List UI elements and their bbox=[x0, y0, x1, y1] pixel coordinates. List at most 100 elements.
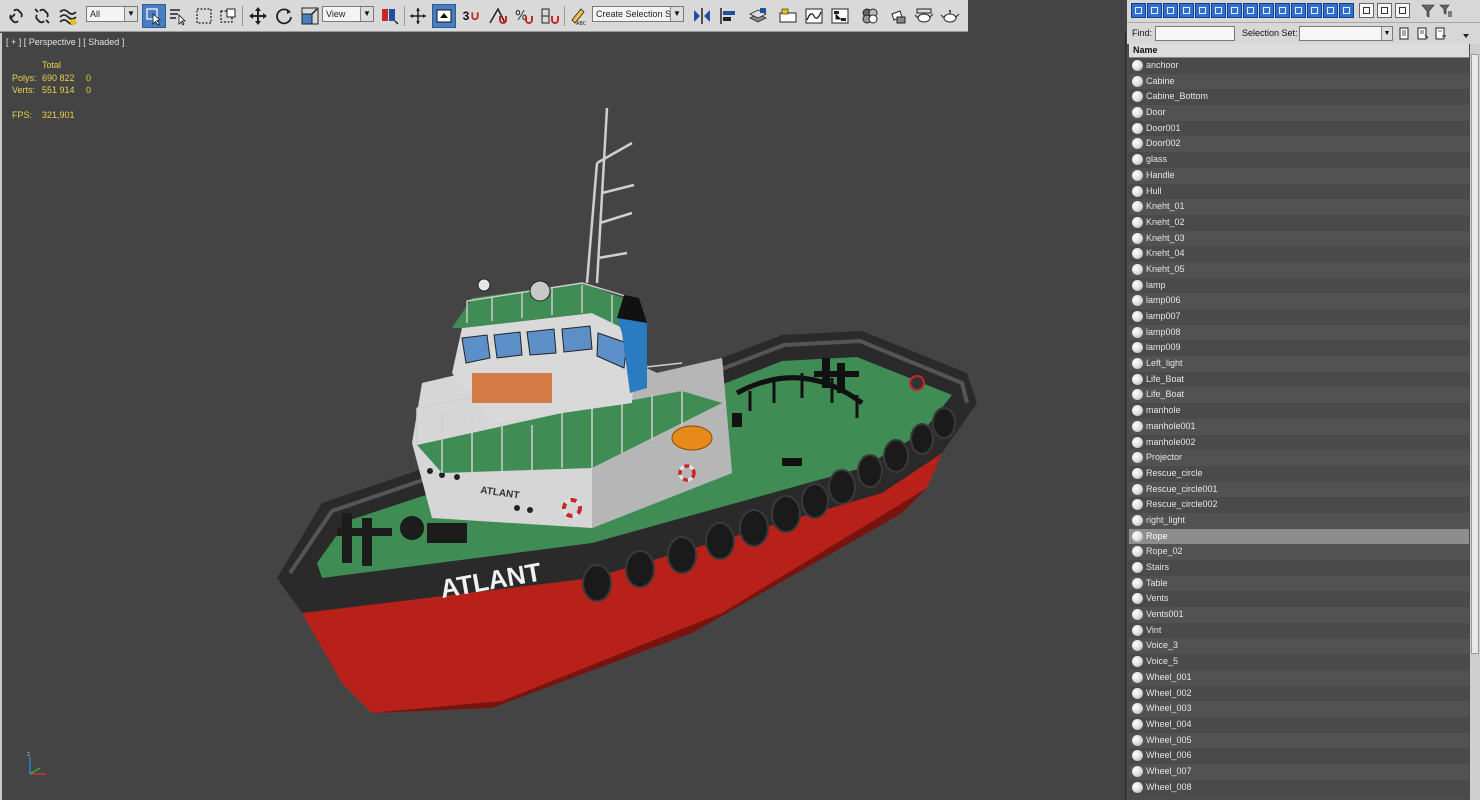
select-invert-button[interactable] bbox=[1395, 3, 1410, 18]
select-object-button[interactable] bbox=[142, 4, 166, 28]
list-item[interactable]: Wheel_001 bbox=[1129, 669, 1469, 686]
display-none-button[interactable] bbox=[1131, 3, 1146, 18]
geometry-sphere-icon[interactable] bbox=[1132, 248, 1143, 260]
list-item[interactable]: Rescue_circle001 bbox=[1129, 481, 1469, 498]
list-item[interactable]: manhole bbox=[1129, 403, 1469, 419]
geometry-sphere-icon[interactable] bbox=[1132, 671, 1143, 683]
list-item[interactable]: Wheel_003 bbox=[1129, 701, 1469, 717]
schematic-view-button[interactable] bbox=[828, 4, 852, 28]
geometry-sphere-icon[interactable] bbox=[1132, 60, 1143, 71]
select-manipulate-button[interactable] bbox=[406, 4, 430, 28]
mirror-button[interactable] bbox=[690, 4, 714, 28]
list-item[interactable]: Kneht_05 bbox=[1129, 261, 1469, 278]
list-item[interactable]: manhole002 bbox=[1129, 434, 1469, 451]
list-item[interactable]: lamp007 bbox=[1129, 309, 1469, 325]
list-item[interactable]: Rescue_circle bbox=[1129, 465, 1469, 482]
list-item[interactable]: Door002 bbox=[1129, 136, 1469, 153]
geometry-sphere-icon[interactable] bbox=[1132, 216, 1143, 228]
list-item[interactable]: lamp009 bbox=[1129, 340, 1469, 357]
geometry-sphere-icon[interactable] bbox=[1132, 609, 1143, 621]
list-item[interactable]: Vint bbox=[1129, 622, 1469, 639]
render-setup-button[interactable] bbox=[886, 4, 910, 28]
list-item[interactable]: Vents001 bbox=[1129, 607, 1469, 623]
perspective-viewport[interactable]: [ + ] [ Perspective ] [ Shaded ] Total P… bbox=[0, 33, 1126, 800]
geometry-sphere-icon[interactable] bbox=[1132, 718, 1143, 730]
list-item[interactable]: Wheel_008 bbox=[1129, 779, 1469, 796]
spinner-snap-button[interactable] bbox=[538, 4, 562, 28]
geometry-sphere-icon[interactable] bbox=[1132, 593, 1143, 605]
geometry-sphere-icon[interactable] bbox=[1132, 750, 1143, 762]
list-item[interactable]: Wheel_005 bbox=[1129, 732, 1469, 749]
scrollbar-thumb[interactable] bbox=[1471, 54, 1479, 654]
geometry-sphere-icon[interactable] bbox=[1132, 342, 1143, 354]
display-shapes-button[interactable] bbox=[1163, 3, 1178, 18]
list-item[interactable]: glass bbox=[1129, 152, 1469, 168]
geometry-sphere-icon[interactable] bbox=[1132, 420, 1143, 432]
selection-filter-dropdown[interactable]: All ▼ bbox=[86, 6, 138, 22]
list-item[interactable]: Life_Boat bbox=[1129, 387, 1469, 404]
percent-snap-button[interactable]: % bbox=[512, 4, 536, 28]
list-item[interactable]: manhole001 bbox=[1129, 418, 1469, 435]
list-item[interactable]: Life_Boat bbox=[1129, 371, 1469, 388]
geometry-sphere-icon[interactable] bbox=[1132, 546, 1143, 558]
list-item[interactable]: Wheel_007 bbox=[1129, 763, 1469, 780]
select-and-move-button[interactable] bbox=[246, 4, 270, 28]
find-input[interactable] bbox=[1155, 26, 1235, 41]
scene-object-list[interactable]: anchoor Cabine Cabine_Bottom Door Door001 Doo… bbox=[1129, 58, 1469, 800]
geometry-sphere-icon[interactable] bbox=[1132, 326, 1143, 338]
select-none-button[interactable] bbox=[1377, 3, 1392, 18]
list-item[interactable]: Hull bbox=[1129, 183, 1469, 200]
display-lights-button[interactable] bbox=[1179, 3, 1194, 18]
display-helpers-button[interactable] bbox=[1211, 3, 1226, 18]
align-button[interactable] bbox=[716, 4, 740, 28]
list-item[interactable]: Vents bbox=[1129, 591, 1469, 608]
bind-to-space-warp-button[interactable] bbox=[56, 4, 80, 28]
list-item[interactable]: Projector bbox=[1129, 450, 1469, 466]
list-item[interactable]: lamp008 bbox=[1129, 324, 1469, 341]
new-set-icon[interactable] bbox=[1399, 27, 1411, 40]
geometry-sphere-icon[interactable] bbox=[1132, 295, 1143, 307]
display-containers-button[interactable] bbox=[1291, 3, 1306, 18]
list-item[interactable]: Cabine_Bottom bbox=[1129, 89, 1469, 106]
remove-from-set-icon[interactable] bbox=[1435, 27, 1447, 40]
list-item[interactable]: lamp006 bbox=[1129, 293, 1469, 309]
geometry-sphere-icon[interactable] bbox=[1132, 640, 1143, 652]
geometry-sphere-icon[interactable] bbox=[1132, 389, 1143, 401]
geometry-sphere-icon[interactable] bbox=[1132, 185, 1143, 197]
list-item[interactable]: Kneht_01 bbox=[1129, 199, 1469, 215]
unlink-selection-button[interactable] bbox=[30, 4, 54, 28]
edit-named-selection-button[interactable]: ABC bbox=[566, 4, 590, 28]
list-item[interactable]: Rescue_circle002 bbox=[1129, 497, 1469, 513]
material-editor-button[interactable] bbox=[858, 4, 882, 28]
angle-snap-button[interactable] bbox=[486, 4, 510, 28]
named-selection-set-dropdown[interactable]: Create Selection Se ▼ bbox=[592, 6, 684, 22]
geometry-sphere-icon[interactable] bbox=[1132, 624, 1143, 636]
list-item[interactable]: Wheel_004 bbox=[1129, 716, 1469, 733]
display-all-button[interactable] bbox=[1339, 3, 1354, 18]
list-item[interactable]: Kneht_03 bbox=[1129, 230, 1469, 247]
geometry-sphere-icon[interactable] bbox=[1132, 122, 1143, 134]
list-item[interactable]: Table bbox=[1129, 575, 1469, 592]
geometry-sphere-icon[interactable] bbox=[1132, 279, 1143, 291]
rectangular-selection-button[interactable] bbox=[192, 4, 216, 28]
select-by-name-button[interactable] bbox=[166, 4, 190, 28]
geometry-sphere-icon[interactable] bbox=[1132, 483, 1143, 495]
list-item[interactable]: Door001 bbox=[1129, 120, 1469, 137]
add-to-set-icon[interactable] bbox=[1417, 27, 1429, 40]
geometry-sphere-icon[interactable] bbox=[1132, 373, 1143, 385]
list-item[interactable]: Wheel_006 bbox=[1129, 748, 1469, 764]
select-and-link-button[interactable] bbox=[4, 4, 28, 28]
geometry-sphere-icon[interactable] bbox=[1132, 656, 1143, 668]
select-and-rotate-button[interactable] bbox=[272, 4, 296, 28]
geometry-sphere-icon[interactable] bbox=[1132, 169, 1143, 181]
chevron-down-icon[interactable] bbox=[1460, 30, 1472, 43]
geometry-sphere-icon[interactable] bbox=[1132, 311, 1143, 322]
geometry-sphere-icon[interactable] bbox=[1132, 358, 1143, 370]
geometry-sphere-icon[interactable] bbox=[1132, 467, 1143, 479]
geometry-sphere-icon[interactable] bbox=[1132, 91, 1143, 103]
list-item[interactable]: Wheel_002 bbox=[1129, 685, 1469, 702]
geometry-sphere-icon[interactable] bbox=[1132, 75, 1143, 87]
render-production-button[interactable] bbox=[938, 4, 962, 28]
geometry-sphere-icon[interactable] bbox=[1132, 405, 1143, 417]
list-item[interactable]: right_light bbox=[1129, 512, 1469, 529]
